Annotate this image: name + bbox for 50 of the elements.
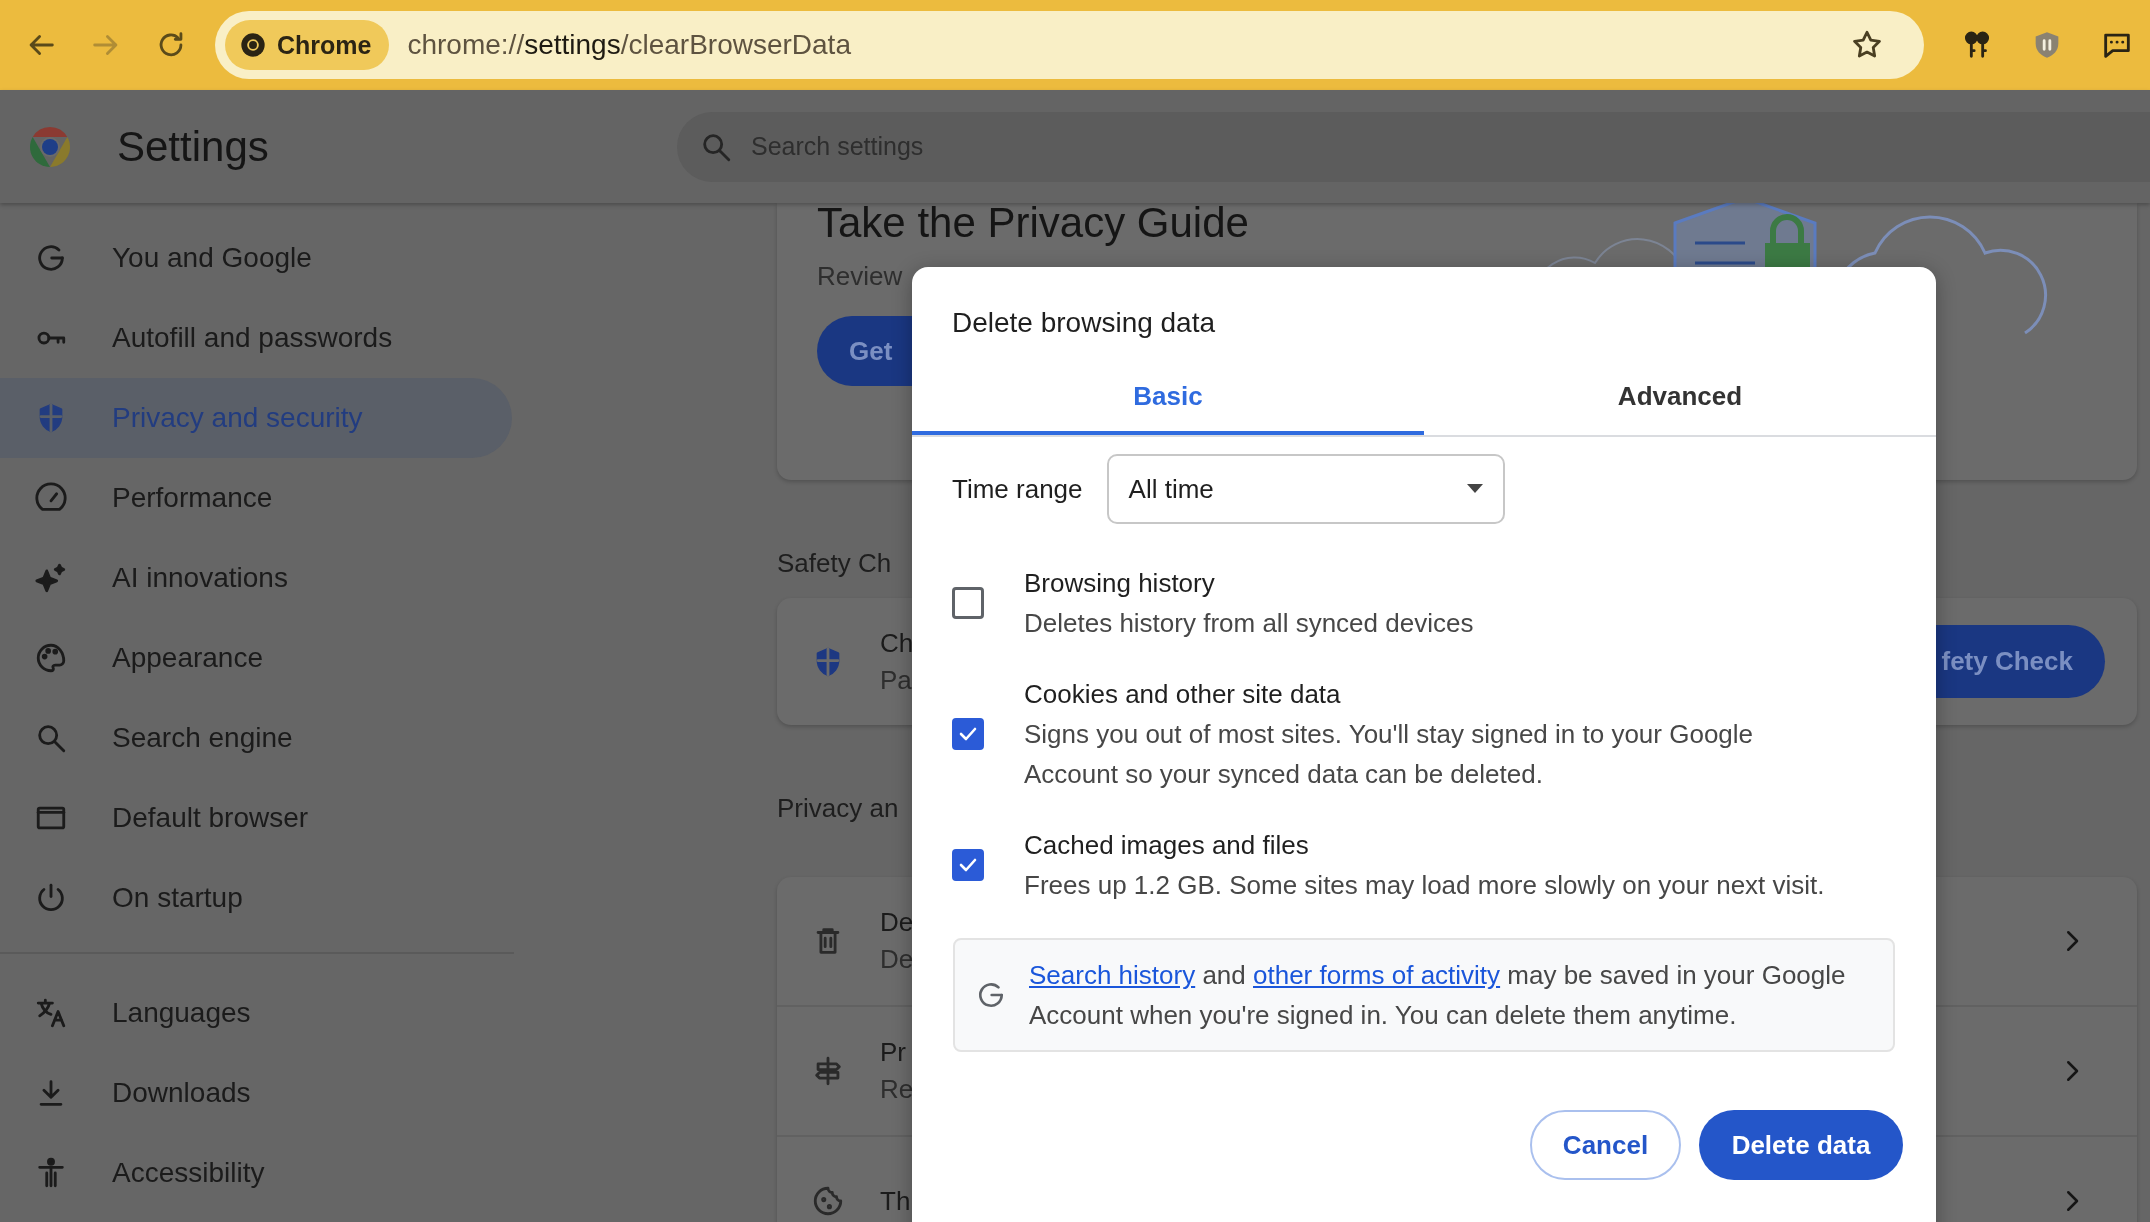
row-subtitle: Re bbox=[880, 1074, 914, 1105]
address-bar[interactable]: Chrome chrome://settings/clearBrowserData bbox=[215, 11, 1924, 79]
time-range-dropdown[interactable]: All time bbox=[1106, 454, 1505, 524]
text-link[interactable]: other forms of activity bbox=[1253, 960, 1501, 990]
sidebar-item[interactable]: Default browser bbox=[0, 778, 512, 858]
section-heading: Safety Ch bbox=[777, 547, 892, 580]
page-title: Settings bbox=[117, 122, 270, 171]
row-title: Ch bbox=[880, 627, 914, 659]
checkbox[interactable] bbox=[952, 587, 984, 619]
checkbox[interactable] bbox=[952, 849, 984, 881]
info-text: Search history and other forms of activity may be saved in your Google Account when you're signed in. You can delete them anytime. bbox=[1029, 959, 1847, 1032]
sidebar-item[interactable]: Autofill and passwords bbox=[0, 298, 512, 378]
option-title: Cookies and other site data bbox=[1024, 678, 1342, 711]
palette-icon bbox=[34, 641, 68, 675]
sidebar-item[interactable]: Languages bbox=[0, 973, 512, 1053]
delete-button[interactable]: Delete data bbox=[1699, 1110, 1903, 1180]
text-link[interactable]: Search history bbox=[1029, 960, 1196, 990]
sidebar-item[interactable]: Appearance bbox=[0, 618, 512, 698]
option-description: Deletes history from all synced devices bbox=[1024, 607, 1475, 640]
option-title: Cached images and files bbox=[1024, 829, 1310, 862]
sidebar-item[interactable]: You and Google bbox=[0, 218, 512, 298]
sidebar-item[interactable]: Performance bbox=[0, 458, 512, 538]
sidebar-item[interactable]: Search engine bbox=[0, 698, 512, 778]
option-description: Signs you out of most sites. You'll stay signed in to your Google Account so your synced data can be deleted. bbox=[1024, 718, 1755, 791]
sidebar-item[interactable]: AI innovations bbox=[0, 538, 512, 618]
url-text: chrome://settings/clearBrowserData bbox=[407, 29, 852, 61]
sidebar-item[interactable]: Downloads bbox=[0, 1053, 512, 1133]
sidebar-item[interactable]: Privacy and security bbox=[0, 378, 512, 458]
section-heading: Privacy an bbox=[777, 792, 899, 825]
sidebar-item[interactable]: On startup bbox=[0, 858, 512, 938]
tab[interactable]: Advanced bbox=[1424, 358, 1936, 435]
cookie-icon bbox=[811, 1184, 845, 1218]
cancel-button[interactable]: Cancel bbox=[1530, 1110, 1681, 1180]
row-subtitle: De bbox=[880, 944, 914, 975]
tab[interactable]: Basic bbox=[912, 358, 1424, 435]
option-description: Frees up 1.2 GB. Some sites may load more slowly on your next visit. bbox=[1024, 869, 1826, 902]
sparkle-icon bbox=[34, 561, 68, 595]
row-title: Pr bbox=[880, 1037, 906, 1068]
card-text: Review bbox=[817, 261, 903, 292]
dialog-title: Delete browsing data bbox=[951, 306, 1217, 340]
translate-icon bbox=[34, 996, 68, 1030]
caret-icon bbox=[1466, 484, 1483, 494]
checkbox[interactable] bbox=[952, 718, 984, 750]
row-subtitle: Pa bbox=[880, 664, 912, 696]
row-title: Th bbox=[880, 1185, 911, 1217]
row-title: De bbox=[880, 907, 914, 938]
option-title: Browsing history bbox=[1024, 567, 1216, 600]
site-chip[interactable]: Chrome bbox=[225, 20, 390, 70]
field-label: Time range bbox=[952, 473, 1083, 505]
sidebar-item[interactable]: Accessibility bbox=[0, 1133, 512, 1213]
